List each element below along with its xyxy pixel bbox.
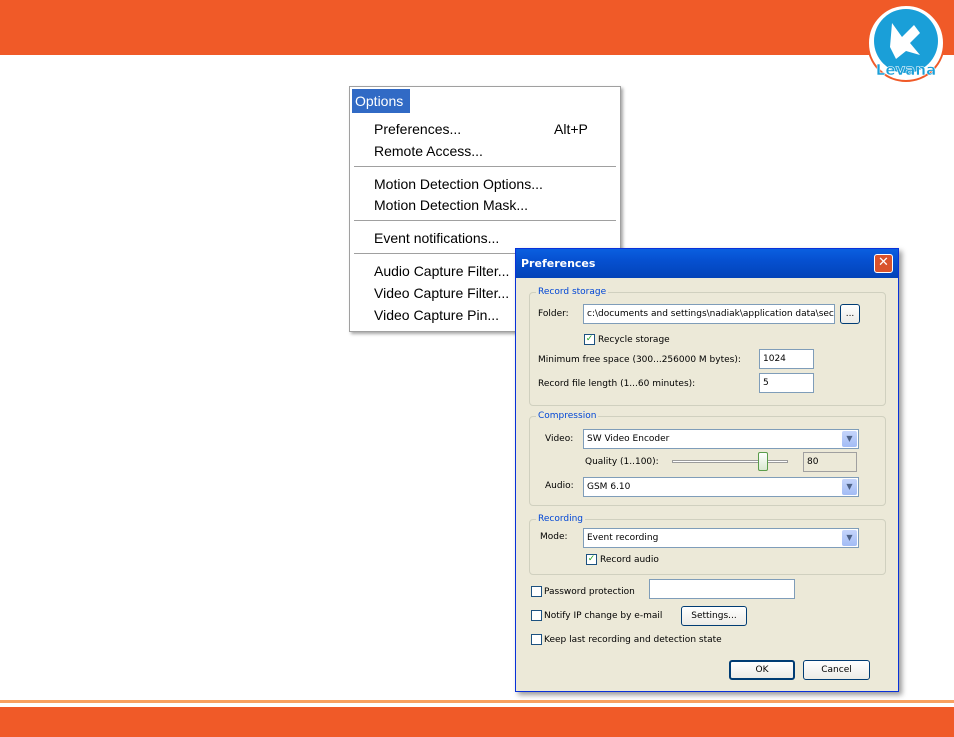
checkmark-icon: ✓ [587, 554, 596, 564]
menu-item-label: Video Capture Filter... [374, 285, 510, 301]
quality-label: Quality (1..100): [585, 457, 659, 467]
recording-mode-value: Event recording [587, 533, 659, 543]
top-banner [0, 0, 954, 55]
password-input[interactable] [649, 579, 795, 599]
video-label: Video: [545, 434, 574, 444]
chevron-down-icon[interactable]: ▼ [842, 431, 857, 447]
logo-wordmark: Levana [876, 61, 936, 79]
mode-label: Mode: [540, 532, 568, 542]
folder-label: Folder: [538, 309, 569, 319]
menu-item-preferences[interactable]: Preferences... Alt+P [350, 119, 618, 139]
menu-title-options[interactable]: Options [352, 89, 410, 113]
record-file-length-input[interactable]: 5 [759, 373, 814, 393]
notify-ip-change-checkbox[interactable] [531, 610, 542, 621]
keep-last-recording-checkbox[interactable] [531, 634, 542, 645]
recycle-storage-label: Recycle storage [598, 335, 670, 345]
group-label: Recording [536, 514, 586, 524]
dialog-titlebar[interactable]: Preferences ✕ [516, 249, 898, 278]
group-label: Record storage [536, 287, 609, 297]
record-audio-label: Record audio [600, 555, 659, 565]
menu-item-label: Event notifications... [374, 230, 500, 246]
browse-button[interactable]: ... [840, 304, 860, 324]
video-encoder-value: SW Video Encoder [587, 434, 670, 444]
min-free-space-input[interactable]: 1024 [759, 349, 814, 369]
audio-codec-select[interactable]: GSM 6.10 ▼ [583, 477, 859, 497]
notify-ip-change-label: Notify IP change by e-mail [544, 611, 663, 621]
close-icon: ✕ [878, 255, 889, 270]
audio-label: Audio: [545, 481, 574, 491]
quality-slider-track[interactable] [672, 460, 788, 463]
audio-codec-value: GSM 6.10 [587, 482, 631, 492]
folder-input[interactable]: c:\documents and settings\nadiak\applica… [583, 304, 835, 324]
record-file-length-label: Record file length (1...60 minutes): [538, 379, 696, 389]
cancel-button[interactable]: Cancel [803, 660, 870, 680]
video-encoder-select[interactable]: SW Video Encoder ▼ [583, 429, 859, 449]
record-audio-checkbox[interactable]: ✓ [586, 554, 597, 565]
chevron-down-icon[interactable]: ▼ [842, 530, 857, 546]
dialog-title: Preferences [521, 257, 596, 270]
recording-mode-select[interactable]: Event recording ▼ [583, 528, 859, 548]
menu-item-motion-detection-mask[interactable]: Motion Detection Mask... [350, 195, 618, 215]
password-protection-label: Password protection [544, 587, 635, 597]
menu-item-label: Preferences... [374, 121, 462, 137]
menu-item-accelerator: Alt+P [554, 121, 588, 137]
checkmark-icon: ✓ [585, 334, 594, 344]
recycle-storage-checkbox[interactable]: ✓ [584, 334, 595, 345]
group-label: Compression [536, 411, 599, 421]
keep-last-recording-label: Keep last recording and detection state [544, 635, 722, 645]
menu-item-event-notifications[interactable]: Event notifications... [350, 228, 618, 248]
min-free-space-label: Minimum free space (300...256000 M bytes… [538, 355, 741, 365]
recording-group: Recording Mode: Event recording ▼ ✓ Reco… [529, 514, 886, 575]
bottom-banner-stripe [0, 700, 954, 703]
menu-item-label: Remote Access... [374, 143, 483, 159]
preferences-dialog: Preferences ✕ Record storage Folder: c:\… [515, 248, 899, 692]
close-button[interactable]: ✕ [874, 254, 893, 273]
menu-item-label: Motion Detection Mask... [374, 197, 529, 213]
menu-item-label: Audio Capture Filter... [374, 263, 510, 279]
quality-value: 80 [803, 452, 857, 472]
quality-slider-thumb[interactable] [758, 452, 768, 471]
menu-item-motion-detection-options[interactable]: Motion Detection Options... [350, 174, 618, 194]
chevron-down-icon[interactable]: ▼ [842, 479, 857, 495]
settings-button[interactable]: Settings... [681, 606, 747, 626]
menu-item-label: Video Capture Pin... [374, 307, 500, 323]
menu-item-remote-access[interactable]: Remote Access... [350, 141, 618, 161]
menu-item-label: Motion Detection Options... [374, 176, 543, 192]
menu-separator [354, 220, 616, 222]
record-storage-group: Record storage Folder: c:\documents and … [529, 287, 886, 406]
ok-button[interactable]: OK [729, 660, 795, 680]
levana-logo: Levana [862, 3, 950, 87]
password-protection-checkbox[interactable] [531, 586, 542, 597]
compression-group: Compression Video: SW Video Encoder ▼ Qu… [529, 411, 886, 506]
menu-separator [354, 166, 616, 168]
bottom-banner [0, 707, 954, 737]
